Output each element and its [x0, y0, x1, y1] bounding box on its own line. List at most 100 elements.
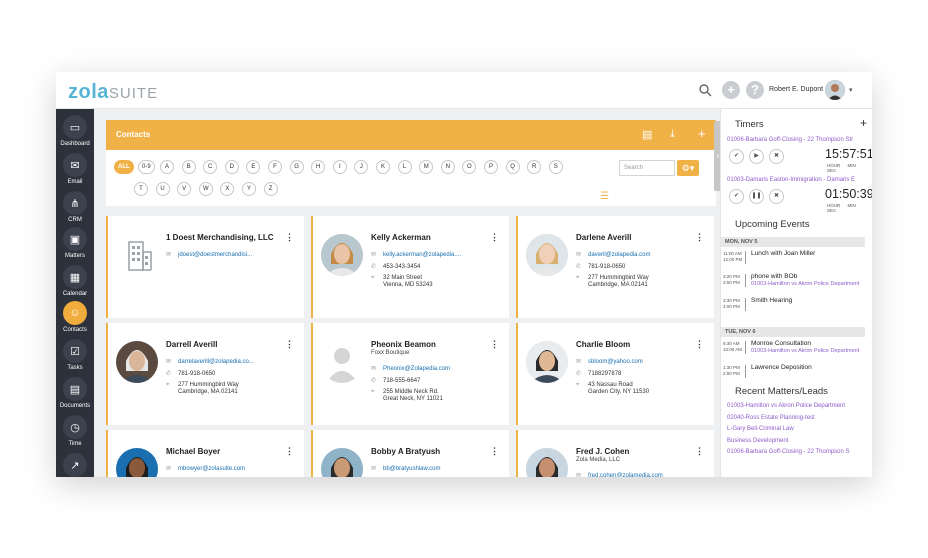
contact-email[interactable]: fred.cohen@zolamedia.com	[588, 473, 663, 477]
toggle-timer-button[interactable]: ▶	[749, 149, 764, 164]
sidebar-item-reports[interactable]: ↗	[56, 453, 94, 477]
filter-v[interactable]: V	[177, 182, 192, 196]
filter-0-9[interactable]: 0-9	[138, 160, 155, 174]
more-options-icon[interactable]: ⋮	[695, 232, 704, 243]
chevron-down-icon[interactable]: ▾	[849, 86, 853, 94]
contact-card[interactable]: Darrell Averill ⋮ ✉ darrelaverill@zolapedia…	[106, 323, 304, 425]
filter-j[interactable]: J	[354, 160, 369, 174]
contact-name[interactable]: Darlene Averill	[576, 233, 631, 242]
contact-card[interactable]: Michael Boyer ⋮ ✉ mbowyer@zolasuite.com	[106, 430, 304, 477]
sidebar-item-dashboard[interactable]: ▭ Dashboard	[56, 115, 94, 147]
contact-name[interactable]: Michael Boyer	[166, 447, 220, 456]
contact-name[interactable]: Darrell Averill	[166, 340, 217, 349]
timer-matter-link[interactable]: 01006-Barbara Goff-Closing - 22 Thompson…	[727, 137, 853, 143]
filter-h[interactable]: H	[311, 160, 326, 174]
event-matter-link[interactable]: 01003-Hamilton vs Akron Police Departmen…	[751, 281, 859, 287]
filter-i[interactable]: I	[332, 160, 347, 174]
contact-card[interactable]: Bobby A Bratyush ⋮ ✉ bb@bratyushlaw.com	[311, 430, 509, 477]
contact-card[interactable]: Pheonix Beamon Foxx Boutique ⋮ ✉ Pheonix@Zol…	[311, 323, 509, 425]
filter-l[interactable]: L	[397, 160, 412, 174]
filter-o[interactable]: O	[462, 160, 477, 174]
filter-f[interactable]: F	[268, 160, 282, 174]
contact-card[interactable]: Charlie Bloom ⋮ ✉ sbloom@yahoo.com ✆ 71882978…	[516, 323, 714, 425]
contact-card[interactable]: Darlene Averill ⋮ ✉ daveril@zolapedia.com ✆ 7…	[516, 216, 714, 318]
filter-z[interactable]: Z	[263, 182, 278, 196]
contact-phone[interactable]: 453-343-3454	[383, 264, 420, 270]
filter-c[interactable]: C	[203, 160, 218, 174]
filter-x[interactable]: X	[220, 182, 235, 196]
filter-q[interactable]: Q	[505, 160, 520, 174]
event-title[interactable]: Lunch with Joan Miller	[751, 250, 815, 257]
filter-n[interactable]: N	[440, 160, 455, 174]
contact-name[interactable]: Pheonix Beamon	[371, 340, 436, 349]
contact-email[interactable]: mbowyer@zolasuite.com	[178, 466, 245, 472]
list-view-icon[interactable]: ☰	[600, 191, 609, 202]
contact-phone[interactable]: 718-555-6647	[383, 378, 420, 384]
recent-matter-link[interactable]: 02040-Ross Estate Planning-test	[727, 415, 815, 421]
sidebar-item-matters[interactable]: ▣ Matters	[56, 227, 94, 259]
sidebar-item-email[interactable]: ✉ Email	[56, 153, 94, 185]
contact-card[interactable]: Fred J. Cohen Zola Media, LLC ⋮ ✉ fred.cohen…	[516, 430, 714, 477]
contact-phone[interactable]: 781-918-0650	[178, 371, 215, 377]
sidebar-item-documents[interactable]: ▤ Documents	[56, 377, 94, 409]
event-title[interactable]: Smith Hearing	[751, 297, 792, 304]
more-options-icon[interactable]: ⋮	[490, 446, 499, 457]
event-title[interactable]: Monroe Consultation	[751, 340, 811, 347]
filter-g[interactable]: G	[289, 160, 304, 174]
filter-all[interactable]: ALL	[114, 160, 134, 174]
filter-p[interactable]: P	[484, 160, 498, 174]
contact-email[interactable]: bb@bratyushlaw.com	[383, 466, 440, 472]
discard-timer-button[interactable]: ✖	[769, 189, 784, 204]
sidebar-item-time[interactable]: ◷ Time	[56, 415, 94, 447]
sidebar-item-calendar[interactable]: ▦ Calendar	[56, 265, 94, 297]
contact-phone[interactable]: 7188297878	[588, 371, 621, 377]
filter-b[interactable]: B	[181, 160, 196, 174]
download-icon[interactable]: ⤓	[670, 128, 675, 141]
filter-e[interactable]: E	[246, 160, 261, 174]
discard-timer-button[interactable]: ✖	[769, 149, 784, 164]
search-input[interactable]: Search	[619, 160, 675, 176]
sidebar-item-contacts[interactable]: ☺ Contacts	[56, 301, 94, 333]
filter-y[interactable]: Y	[242, 182, 256, 196]
filter-t[interactable]: T	[134, 182, 148, 196]
contact-email[interactable]: sbloom@yahoo.com	[588, 359, 643, 365]
filter-w[interactable]: W	[198, 182, 213, 196]
user-avatar[interactable]	[825, 80, 845, 100]
more-options-icon[interactable]: ⋮	[285, 232, 294, 243]
contact-name[interactable]: 1 Doest Merchandising, LLC	[166, 233, 274, 242]
contact-email[interactable]: darrelaverill@zolapedia.co...	[178, 359, 254, 365]
contact-name[interactable]: Charlie Bloom	[576, 340, 630, 349]
contact-email[interactable]: Pheonix@Zolapedia.com	[383, 366, 450, 372]
filter-s[interactable]: S	[548, 160, 563, 174]
more-options-icon[interactable]: ⋮	[695, 446, 704, 457]
filter-m[interactable]: M	[419, 160, 434, 174]
recent-matter-link[interactable]: L-Gary Bell-Criminal Law	[727, 426, 794, 432]
filter-d[interactable]: D	[224, 160, 239, 174]
more-options-icon[interactable]: ⋮	[285, 446, 294, 457]
recent-matter-link[interactable]: Business Development	[727, 438, 788, 444]
filter-k[interactable]: K	[376, 160, 390, 174]
save-timer-button[interactable]: ✔	[729, 149, 744, 164]
filter-a[interactable]: A	[160, 160, 174, 174]
contact-phone[interactable]: 781-918-0650	[588, 264, 625, 270]
save-timer-button[interactable]: ✔	[729, 189, 744, 204]
more-options-icon[interactable]: ⋮	[490, 339, 499, 350]
contact-card[interactable]: Kelly Ackerman ⋮ ✉ kelly.ackerman@zolapedia…	[311, 216, 509, 318]
import-icon[interactable]: ▤	[642, 128, 652, 141]
contact-email[interactable]: jdoest@doestmerchandisi...	[178, 252, 252, 258]
filter-u[interactable]: U	[155, 182, 170, 196]
add-contact-button[interactable]: +	[698, 126, 706, 141]
recent-matter-link[interactable]: 01006-Barbara Goff-Closing - 22 Thompson…	[727, 449, 850, 455]
contact-card[interactable]: 1 Doest Merchandising, LLC ⋮ ✉ jdoest@doest…	[106, 216, 304, 318]
more-options-icon[interactable]: ⋮	[695, 339, 704, 350]
recent-matter-link[interactable]: 01003-Hamilton vs Akron Police Departmen…	[727, 403, 845, 409]
more-options-icon[interactable]: ⋮	[490, 232, 499, 243]
contact-name[interactable]: Kelly Ackerman	[371, 233, 431, 242]
zola-suite-logo[interactable]: zolaSUITE	[68, 81, 158, 104]
add-button[interactable]: +	[722, 81, 740, 99]
search-icon[interactable]	[698, 83, 712, 97]
sidebar-item-crm[interactable]: ⋔ CRM	[56, 191, 94, 223]
contact-name[interactable]: Bobby A Bratyush	[371, 447, 440, 456]
event-title[interactable]: phone with BOb	[751, 273, 797, 280]
contact-email[interactable]: daveril@zolapedia.com	[588, 252, 650, 258]
